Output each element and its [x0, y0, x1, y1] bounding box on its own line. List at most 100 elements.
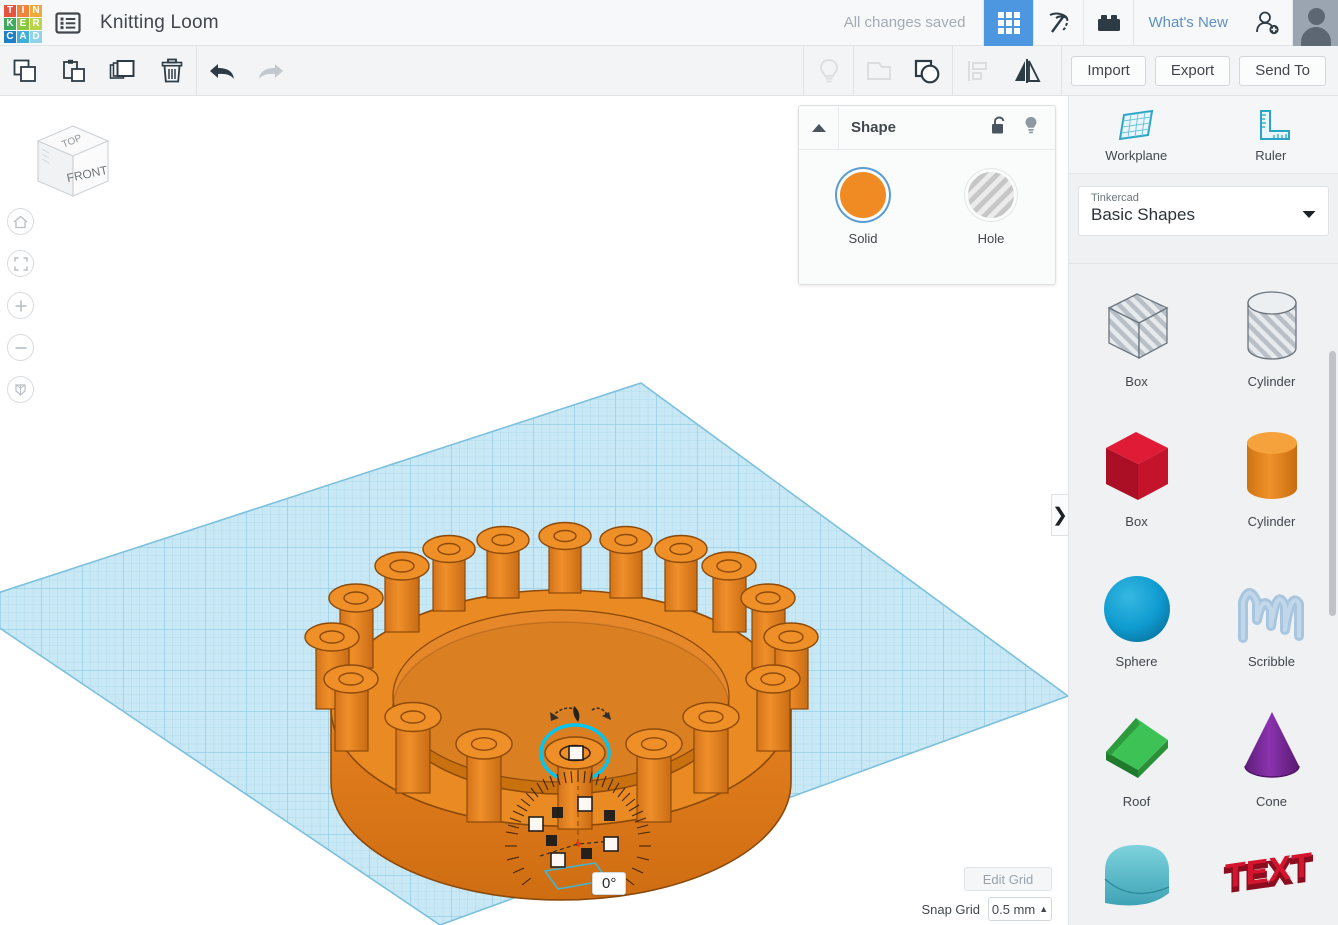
sphere-thumbnail	[1096, 560, 1178, 648]
perspective-toggle-button[interactable]	[7, 376, 34, 403]
align-icon[interactable]	[953, 46, 1002, 95]
shape-panel-header: Shape	[799, 106, 1055, 150]
import-button[interactable]: Import	[1071, 55, 1146, 86]
save-status: All changes saved	[843, 14, 966, 31]
tinkercad-logo[interactable]: T I N K E R C A D	[0, 0, 46, 46]
shape-properties-panel: Shape Solid Hole	[798, 105, 1056, 285]
shape-label: Scribble	[1248, 653, 1295, 669]
lego-brick-icon[interactable]	[1083, 0, 1133, 46]
shape-box-hole[interactable]: Box	[1069, 264, 1204, 404]
snap-grid-label: Snap Grid	[921, 901, 980, 917]
cylinder-hole-thumbnail	[1232, 280, 1312, 368]
user-avatar[interactable]	[1292, 0, 1338, 46]
shape-panel-body: Solid Hole	[799, 150, 1055, 246]
group-shapes-icon[interactable]	[854, 46, 903, 95]
shape-library-select[interactable]: Tinkercad Basic Shapes	[1078, 186, 1329, 236]
cone-thumbnail	[1231, 700, 1313, 788]
shape-label: Box	[1125, 373, 1148, 389]
lightbulb-icon[interactable]	[804, 46, 853, 95]
text-thumbnail: TEXT TEXT	[1217, 825, 1327, 919]
logo-letter: I	[17, 4, 29, 17]
ruler-tool[interactable]: Ruler	[1204, 96, 1338, 173]
rotation-readout: 0°	[592, 872, 627, 895]
hole-color-circle	[968, 172, 1014, 218]
logo-letter: C	[4, 30, 16, 43]
shape-cylinder-hole[interactable]: Cylinder	[1204, 264, 1338, 404]
snap-grid-select[interactable]: 0.5 mm ▲	[988, 897, 1052, 921]
round-roof-thumbnail	[1091, 825, 1183, 923]
duplicate-button[interactable]	[98, 46, 147, 95]
undo-arrow-icon[interactable]	[197, 46, 246, 95]
shape-scribble[interactable]: Scribble	[1204, 544, 1338, 684]
fit-to-view-button[interactable]	[7, 250, 34, 277]
library-name: Basic Shapes	[1091, 205, 1195, 224]
logo-letter: T	[4, 4, 16, 17]
shape-cone[interactable]: Cone	[1204, 685, 1338, 825]
view-cube[interactable]: TOP FRONT	[18, 114, 113, 209]
lightbulb-icon[interactable]	[1023, 116, 1039, 140]
shapes-side-panel: Workplane Ruler Tinkercad Basic Shapes B…	[1068, 96, 1338, 925]
shape-label: Cylinder	[1247, 513, 1296, 529]
ruler-label: Ruler	[1255, 147, 1287, 163]
shape-label: Box	[1125, 513, 1148, 529]
ungroup-shapes-icon[interactable]	[903, 46, 952, 95]
page-title[interactable]: Knitting Loom	[100, 12, 219, 34]
hole-label: Hole	[977, 231, 1005, 246]
grid-gallery-icon[interactable]	[983, 0, 1034, 46]
edit-toolbar: Import Export Send To	[0, 46, 1338, 96]
whats-new-link[interactable]: What's New	[1133, 0, 1242, 46]
ruler-icon	[1259, 109, 1290, 140]
top-bar-right-group: All changes saved What's New	[844, 0, 1338, 46]
workplane-grid-icon	[1119, 109, 1154, 140]
zoom-out-button[interactable]	[7, 334, 34, 361]
shapes-grid: Box Cylinder Box Cylinder Sphere Scribbl…	[1069, 263, 1338, 925]
copy-button[interactable]	[0, 46, 49, 95]
mirror-flip-icon[interactable]	[1002, 46, 1051, 95]
minecraft-pickaxe-icon[interactable]	[1033, 0, 1083, 46]
shape-cylinder[interactable]: Cylinder	[1204, 404, 1338, 544]
shape-label: Sphere	[1115, 653, 1158, 669]
zoom-in-button[interactable]	[7, 292, 34, 319]
logo-letter: A	[17, 30, 29, 43]
list-menu-icon[interactable]	[46, 0, 90, 46]
scribble-thumbnail	[1231, 560, 1313, 648]
trash-icon[interactable]	[147, 46, 196, 95]
solid-label: Solid	[848, 231, 878, 246]
workplane-tool[interactable]: Workplane	[1069, 96, 1204, 173]
shapes-panel-scrollbar[interactable]	[1329, 351, 1336, 616]
shape-sphere[interactable]: Sphere	[1069, 544, 1204, 684]
paste-button[interactable]	[49, 46, 98, 95]
export-button[interactable]: Export	[1154, 55, 1231, 86]
home-view-button[interactable]	[7, 208, 34, 235]
add-person-icon[interactable]	[1242, 0, 1292, 46]
redo-arrow-icon[interactable]	[246, 46, 295, 95]
roof-thumbnail	[1096, 700, 1178, 788]
shape-panel-header-icons	[991, 116, 1055, 140]
hole-swatch[interactable]: Hole	[927, 172, 1055, 246]
panel-toggle-button[interactable]: ❯	[1051, 494, 1068, 536]
library-owner: Tinkercad	[1091, 192, 1139, 204]
solid-swatch[interactable]: Solid	[799, 172, 927, 246]
shape-label: Cone	[1255, 794, 1288, 810]
workplane-label: Workplane	[1105, 147, 1168, 163]
collapse-triangle-icon[interactable]	[799, 106, 839, 149]
shape-round-roof[interactable]	[1069, 825, 1204, 925]
cylinder-thumbnail	[1231, 420, 1313, 508]
top-bar: T I N K E R C A D Knitting Loom All chan…	[0, 0, 1338, 46]
shape-box[interactable]: Box	[1069, 404, 1204, 544]
toolbar-divider	[1061, 46, 1063, 95]
shape-text[interactable]: TEXT TEXT	[1204, 825, 1338, 925]
caret-up-icon: ▲	[1039, 904, 1049, 914]
shape-roof[interactable]: Roof	[1069, 685, 1204, 825]
send-to-button[interactable]: Send To	[1239, 55, 1326, 86]
edit-grid-button[interactable]: Edit Grid	[964, 867, 1052, 891]
chevron-down-icon	[1302, 206, 1316, 224]
unlock-icon[interactable]	[991, 116, 1007, 140]
snap-grid-value: 0.5 mm	[991, 901, 1036, 917]
shape-panel-title: Shape	[851, 119, 897, 136]
box-thumbnail	[1096, 420, 1178, 508]
box-hole-thumbnail	[1097, 280, 1177, 368]
shape-label: Roof	[1122, 794, 1151, 810]
snap-grid-control: Snap Grid 0.5 mm ▲	[921, 897, 1052, 921]
